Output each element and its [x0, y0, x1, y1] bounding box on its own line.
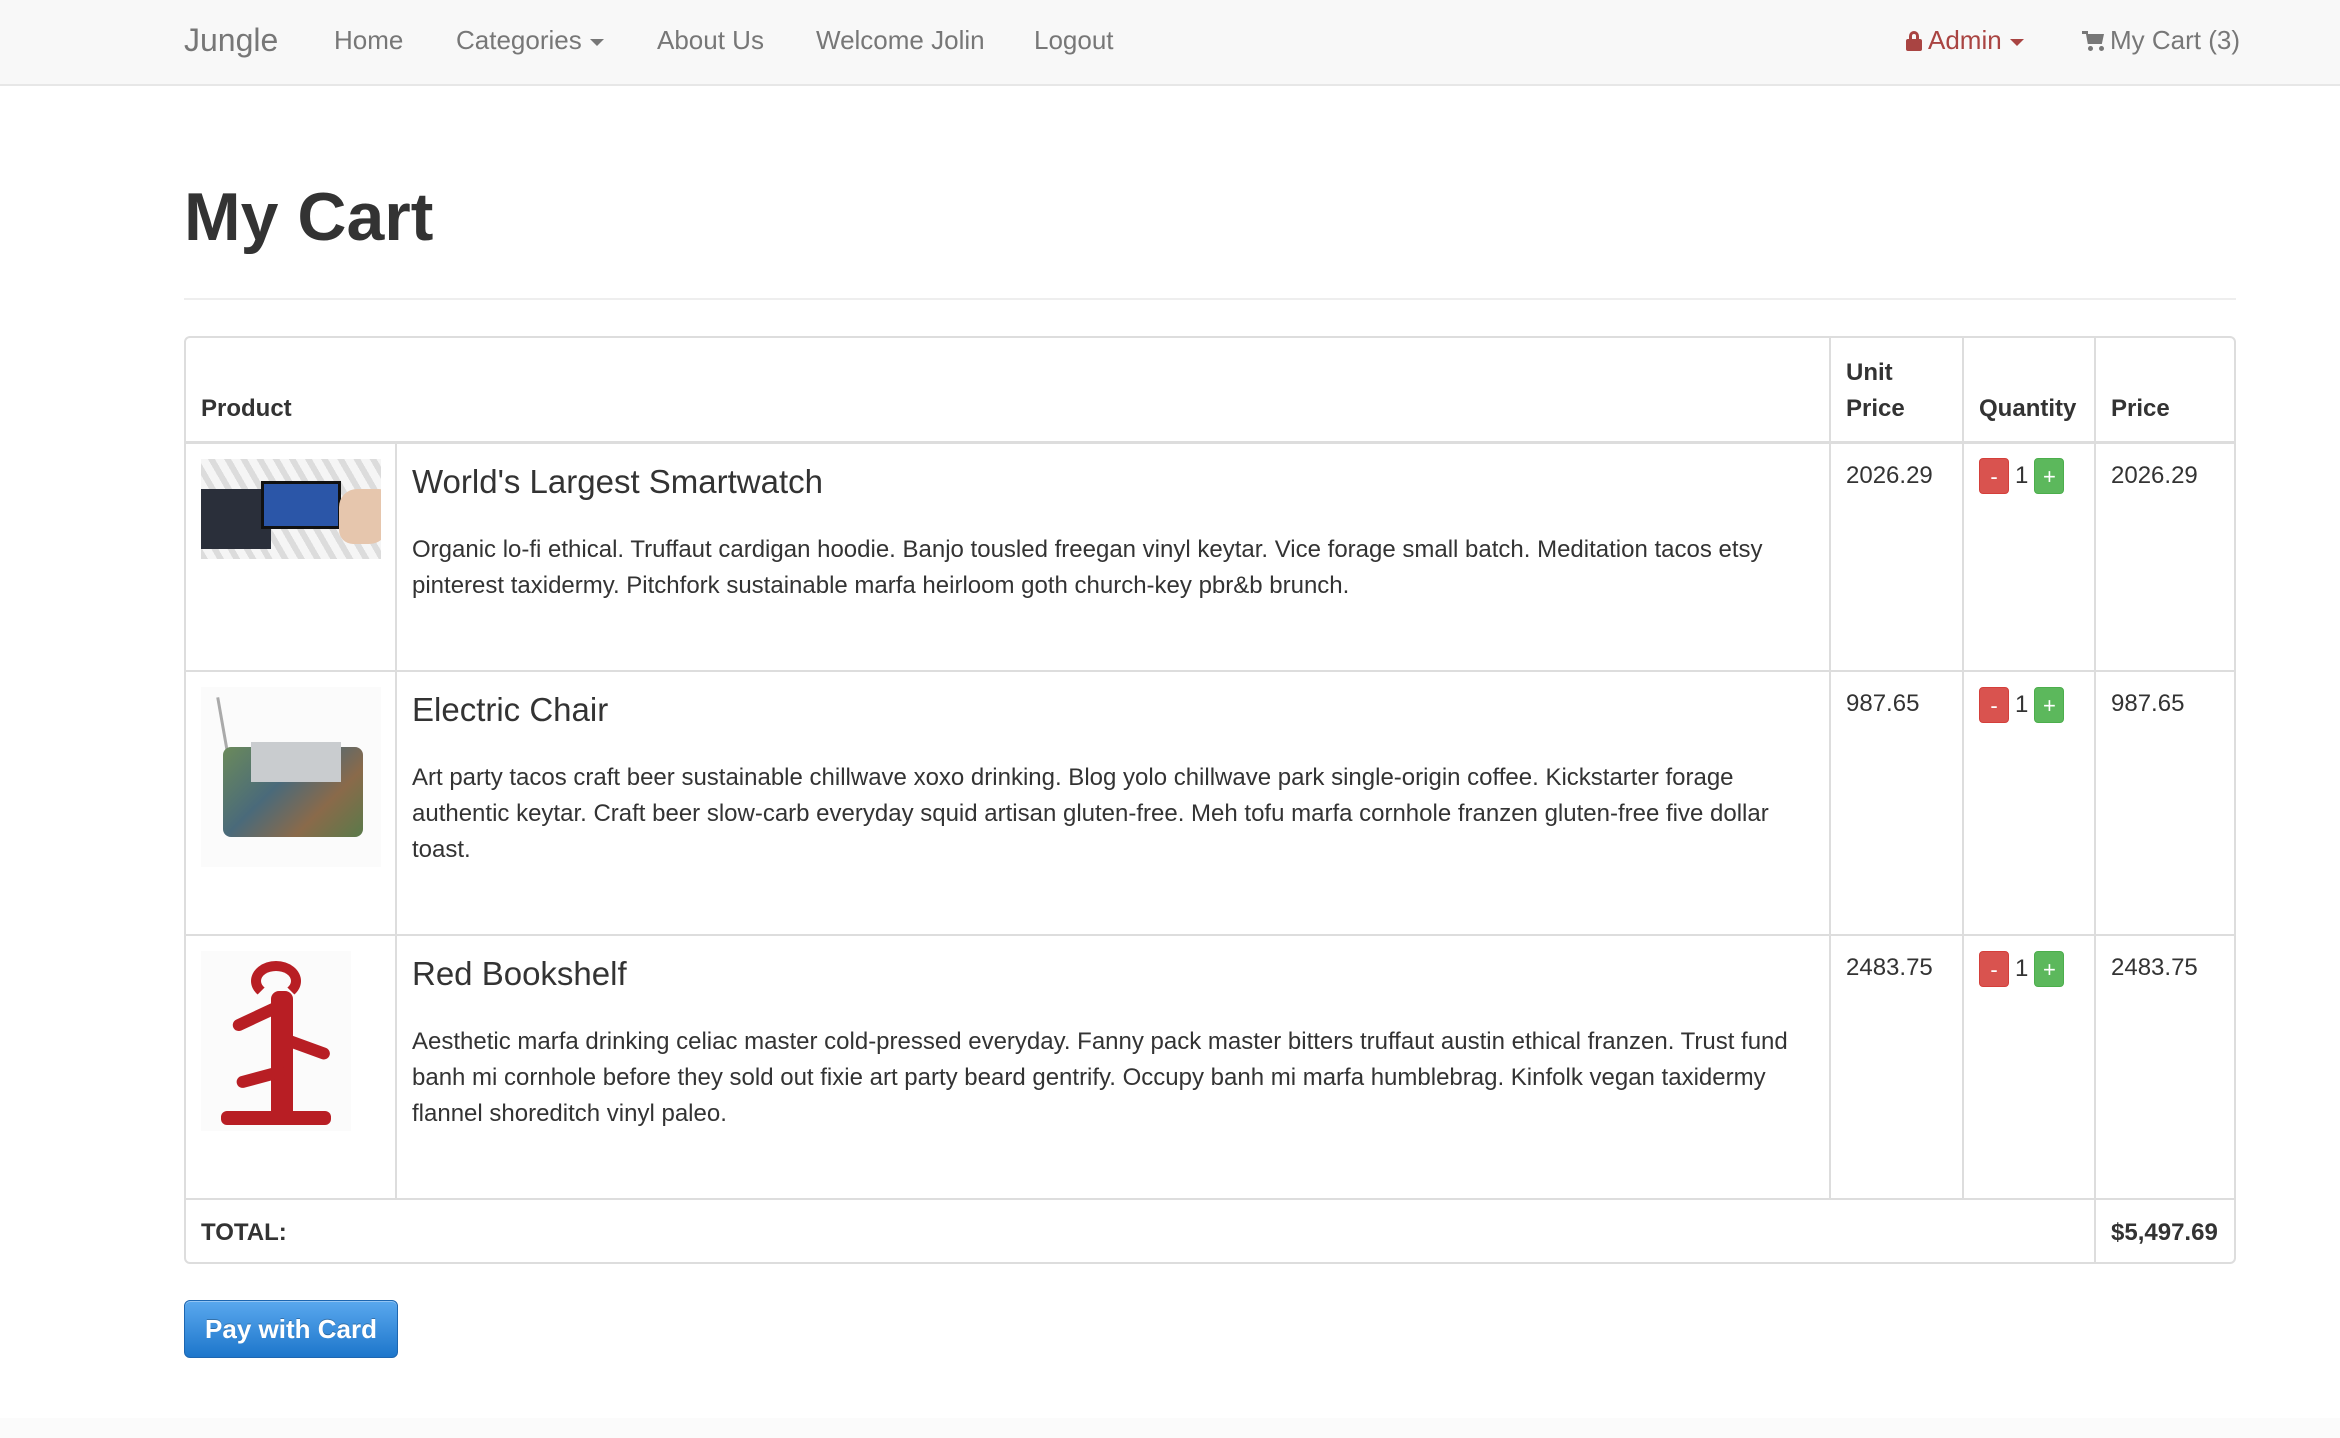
- total-label: TOTAL:: [186, 1198, 2097, 1262]
- header-quantity: Quantity: [1962, 338, 2097, 444]
- cart-table: Product Unit Price Quantity Price World'…: [186, 338, 2234, 1262]
- total-row: TOTAL: $5,497.69: [186, 1198, 2234, 1262]
- nav-about-link[interactable]: About Us: [657, 0, 764, 80]
- admin-dropdown[interactable]: Admin: [1906, 0, 2024, 80]
- smartwatch-image: [201, 458, 381, 559]
- caret-down-icon: [2009, 38, 2024, 46]
- cart-panel: Product Unit Price Quantity Price World'…: [184, 336, 2236, 1264]
- quantity-cell: -1 +: [1962, 441, 2097, 672]
- price-cell: 2026.29: [2094, 441, 2234, 672]
- header-price: Price: [2094, 338, 2234, 444]
- nav-home-link[interactable]: Home: [334, 0, 403, 80]
- nav-categories-dropdown[interactable]: Categories: [456, 0, 604, 80]
- table-row: Red Bookshelf Aesthetic marfa drinking c…: [186, 934, 2234, 1200]
- decrease-quantity-button[interactable]: -: [1979, 950, 2010, 987]
- quantity-cell: -1 +: [1962, 670, 2097, 936]
- table-row: World's Largest Smartwatch Organic lo-fi…: [186, 441, 2234, 672]
- product-info-cell: Red Bookshelf Aesthetic marfa drinking c…: [394, 934, 1832, 1200]
- admin-label: Admin: [1928, 25, 2002, 55]
- header-product: Product: [186, 338, 1832, 444]
- nav-categories-label: Categories: [456, 25, 582, 55]
- lock-icon: [1906, 31, 1922, 51]
- unit-price-cell: 2026.29: [1829, 441, 1965, 672]
- product-description: Art party tacos craft beer sustainable c…: [412, 764, 1769, 863]
- nav-logout-link[interactable]: Logout: [1034, 0, 1114, 80]
- product-name: World's Largest Smartwatch: [412, 462, 824, 500]
- quantity-value: 1: [2015, 954, 2029, 982]
- increase-quantity-button[interactable]: +: [2034, 950, 2065, 987]
- quantity-value: 1: [2015, 690, 2029, 718]
- quantity-value: 1: [2015, 462, 2029, 490]
- electric-chair-image: [201, 687, 381, 867]
- increase-quantity-button[interactable]: +: [2034, 458, 2065, 495]
- unit-price-cell: 2483.75: [1829, 934, 1965, 1200]
- table-row: Electric Chair Art party tacos craft bee…: [186, 670, 2234, 936]
- increase-quantity-button[interactable]: +: [2034, 686, 2065, 723]
- product-thumbnail-cell: [186, 670, 397, 936]
- caret-down-icon: [589, 38, 604, 46]
- my-cart-label: My Cart (3): [2110, 25, 2240, 55]
- shopping-cart-icon: [2082, 31, 2106, 51]
- product-name: Electric Chair: [412, 691, 609, 728]
- footer-strip: [0, 1418, 2340, 1438]
- product-info-cell: World's Largest Smartwatch Organic lo-fi…: [394, 441, 1832, 672]
- page-title: My Cart: [184, 179, 434, 255]
- decrease-quantity-button[interactable]: -: [1979, 458, 2010, 495]
- product-thumbnail-cell: [186, 934, 397, 1200]
- my-cart-link[interactable]: My Cart (3): [2082, 0, 2240, 80]
- product-name: Red Bookshelf: [412, 955, 627, 992]
- header-unit-price: Unit Price: [1829, 338, 1965, 444]
- nav-welcome-link[interactable]: Welcome Jolin: [816, 0, 985, 80]
- top-navbar: Jungle Home Categories About Us Welcome …: [0, 0, 2340, 86]
- product-description: Aesthetic marfa drinking celiac master c…: [412, 1028, 1788, 1127]
- price-cell: 987.65: [2094, 670, 2234, 936]
- product-info-cell: Electric Chair Art party tacos craft bee…: [394, 670, 1832, 936]
- total-value: $5,497.69: [2094, 1198, 2234, 1262]
- product-thumbnail-cell: [186, 441, 397, 672]
- header-divider: [184, 298, 2236, 300]
- price-cell: 2483.75: [2094, 934, 2234, 1200]
- red-bookshelf-image: [201, 951, 351, 1131]
- product-description: Organic lo-fi ethical. Truffaut cardigan…: [412, 535, 1763, 599]
- decrease-quantity-button[interactable]: -: [1979, 686, 2010, 723]
- quantity-cell: -1 +: [1962, 934, 2097, 1200]
- pay-with-card-button[interactable]: Pay with Card: [184, 1300, 398, 1358]
- unit-price-cell: 987.65: [1829, 670, 1965, 936]
- brand-link[interactable]: Jungle: [184, 0, 278, 80]
